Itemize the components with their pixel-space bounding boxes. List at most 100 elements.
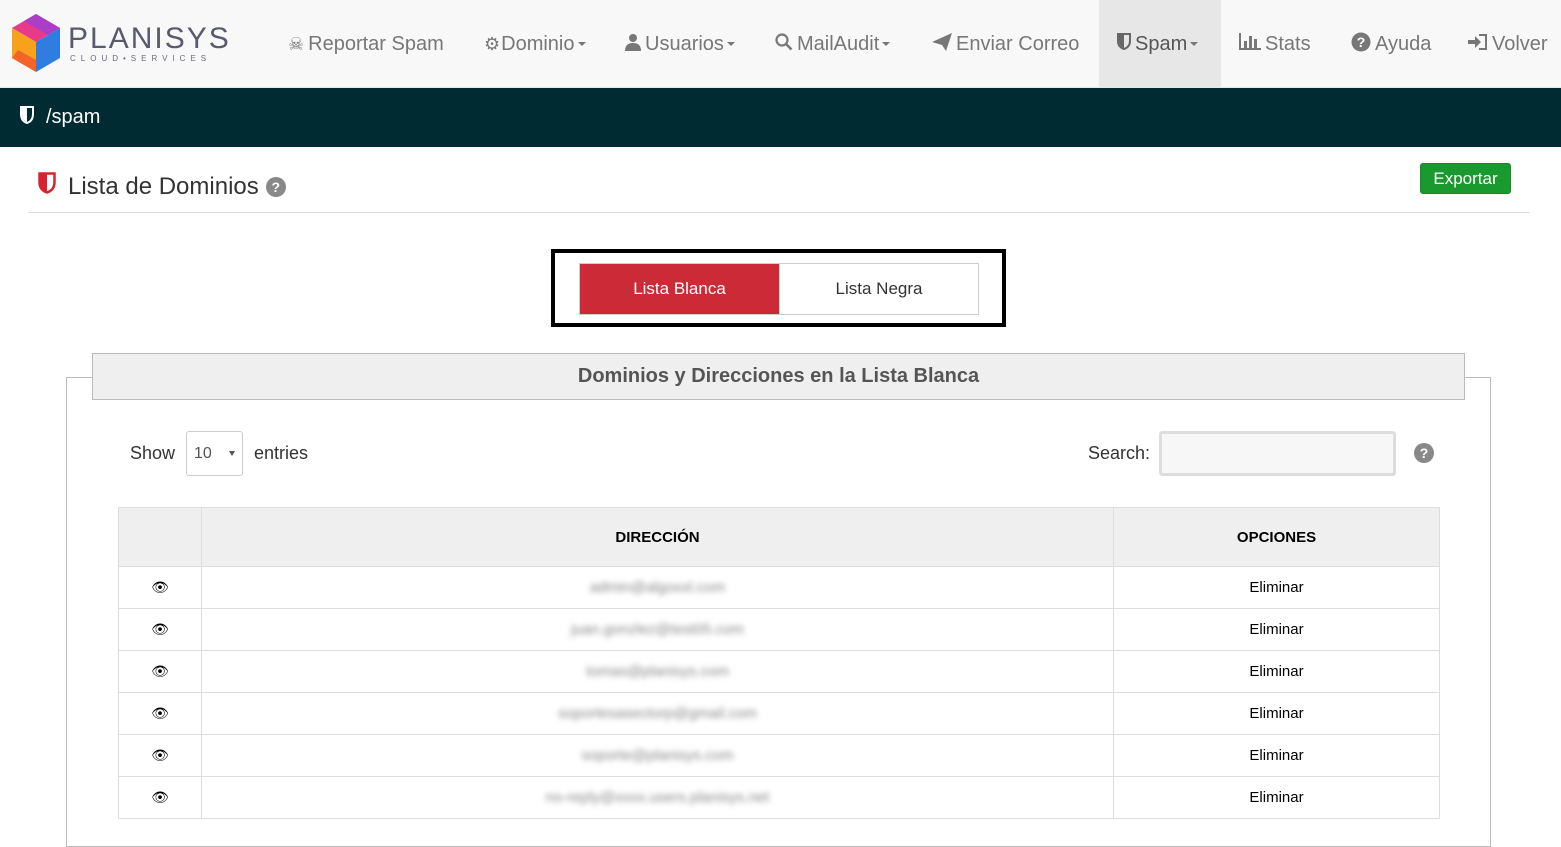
- dropdown-arrow-icon: [229, 451, 236, 456]
- address-text: tomas@planisys.com: [586, 663, 729, 680]
- page-size-value: 10: [194, 444, 212, 462]
- page-size-select[interactable]: 10: [186, 431, 244, 476]
- view-cell[interactable]: 👁: [118, 692, 202, 735]
- action-cell: Eliminar: [1113, 566, 1440, 609]
- eye-icon[interactable]: 👁: [151, 579, 169, 595]
- table-row: 👁 soporte@planisys.com Eliminar: [118, 734, 1440, 777]
- address-text: admin@algoxxl.com: [589, 579, 726, 596]
- delete-link[interactable]: Eliminar: [1249, 789, 1303, 806]
- table-header-direccion[interactable]: DIRECCIÓN: [201, 507, 1114, 567]
- action-cell: Eliminar: [1113, 776, 1440, 819]
- nav-dominio[interactable]: ⚙ Dominio: [484, 0, 586, 88]
- gear-icon: ⚙: [484, 33, 501, 54]
- nav-label: Dominio: [501, 32, 575, 55]
- eye-icon[interactable]: 👁: [151, 789, 169, 805]
- search-label: Search:: [1088, 443, 1151, 463]
- delete-link[interactable]: Eliminar: [1249, 747, 1303, 764]
- nav-mailaudit[interactable]: MailAudit: [775, 0, 891, 88]
- action-cell: Eliminar: [1113, 734, 1440, 777]
- action-cell: Eliminar: [1113, 608, 1440, 651]
- nav-label: Volver: [1492, 32, 1548, 55]
- skull-icon: ☠: [288, 33, 305, 54]
- address-cell: no-reply@xxxx.users.planisys.net: [201, 776, 1114, 819]
- svg-text:?: ?: [1357, 34, 1366, 50]
- nav-ayuda[interactable]: ? Ayuda: [1351, 0, 1431, 88]
- delete-link[interactable]: Eliminar: [1249, 579, 1303, 596]
- eye-icon[interactable]: 👁: [151, 621, 169, 637]
- header-divider: [28, 212, 1530, 213]
- brand-logo[interactable]: PLANISYS CLOUD•SERVICES: [8, 12, 231, 76]
- nav-volver[interactable]: Volver: [1468, 0, 1548, 88]
- brand-tagline: CLOUD•SERVICES: [70, 54, 212, 63]
- eye-icon[interactable]: 👁: [151, 663, 169, 679]
- search-help-icon[interactable]: ?: [1414, 443, 1434, 463]
- panel-title: Dominios y Direcciones en la Lista Blanc…: [92, 353, 1465, 400]
- view-cell[interactable]: 👁: [118, 608, 202, 651]
- view-cell[interactable]: 👁: [118, 566, 202, 609]
- breadcrumb[interactable]: /spam: [46, 106, 100, 129]
- address-text: soportesasectorp@gmail.com: [558, 705, 757, 722]
- address-text: no-reply@xxxx.users.planisys.net: [545, 789, 770, 806]
- address-cell: admin@algoxxl.com: [201, 566, 1114, 609]
- caret-down-icon: [726, 42, 735, 46]
- sign-in-icon: [1468, 33, 1488, 55]
- shield-icon: [38, 172, 56, 201]
- table-header-view: [118, 507, 202, 567]
- nav-enviar-correo[interactable]: Enviar Correo: [932, 0, 1079, 88]
- nav-label: Stats: [1265, 32, 1311, 55]
- send-icon: [932, 32, 952, 56]
- table-row: 👁 admin@algoxxl.com Eliminar: [118, 566, 1440, 609]
- caret-down-icon: [577, 42, 586, 46]
- view-cell[interactable]: 👁: [118, 734, 202, 777]
- shield-icon: [1117, 33, 1131, 55]
- caret-down-icon: [1190, 42, 1199, 46]
- breadcrumb-bar: /spam: [0, 88, 1561, 147]
- view-cell[interactable]: 👁: [118, 776, 202, 819]
- page-size-control: Show 10 entries: [130, 431, 308, 476]
- nav-stats[interactable]: Stats: [1239, 0, 1311, 88]
- hexagon-logo-icon: [12, 14, 60, 72]
- search-input[interactable]: [1159, 431, 1397, 476]
- bar-chart-icon: [1239, 33, 1261, 55]
- black-list-button[interactable]: Lista Negra: [779, 264, 978, 314]
- address-cell: juan.gonzlez@test05.com: [201, 608, 1114, 651]
- white-list-button[interactable]: Lista Blanca: [580, 264, 779, 314]
- delete-link[interactable]: Eliminar: [1249, 663, 1303, 680]
- help-icon[interactable]: ?: [265, 176, 286, 197]
- delete-link[interactable]: Eliminar: [1249, 621, 1303, 638]
- entries-label: entries: [254, 443, 309, 463]
- nav-label: Enviar Correo: [956, 32, 1080, 55]
- table-row: 👁 no-reply@xxxx.users.planisys.net Elimi…: [118, 776, 1440, 819]
- address-text: soporte@planisys.com: [581, 747, 734, 764]
- nav-spam[interactable]: Spam: [1099, 0, 1221, 88]
- address-text: juan.gonzlez@test05.com: [571, 621, 744, 638]
- show-label: Show: [130, 443, 176, 463]
- address-cell: soportesasectorp@gmail.com: [201, 692, 1114, 735]
- address-cell: tomas@planisys.com: [201, 650, 1114, 693]
- nav-usuarios[interactable]: Usuarios: [625, 0, 735, 88]
- table-header-opciones[interactable]: OPCIONES: [1113, 507, 1440, 567]
- delete-link[interactable]: Eliminar: [1249, 705, 1303, 722]
- address-cell: soporte@planisys.com: [201, 734, 1114, 777]
- table-header-row: DIRECCIÓN OPCIONES: [118, 507, 1440, 567]
- nav-label: Usuarios: [645, 32, 724, 55]
- nav-label: Reportar Spam: [308, 32, 444, 55]
- action-cell: Eliminar: [1113, 650, 1440, 693]
- table-row: 👁 soportesasectorp@gmail.com Eliminar: [118, 692, 1440, 735]
- search-control: Search:: [1088, 431, 1397, 476]
- nav-reportar-spam[interactable]: ☠ Reportar Spam: [288, 0, 444, 88]
- page-title-text: Lista de Dominios: [68, 172, 259, 200]
- table-row: 👁 juan.gonzlez@test05.com Eliminar: [118, 608, 1440, 651]
- view-cell[interactable]: 👁: [118, 650, 202, 693]
- list-toggle: Lista Blanca Lista Negra: [579, 263, 979, 315]
- search-icon: [775, 32, 793, 56]
- top-navbar: PLANISYS CLOUD•SERVICES ☠ Reportar Spam …: [0, 0, 1561, 88]
- question-icon: ?: [1351, 32, 1371, 57]
- page-title: Lista de Dominios ?: [38, 172, 286, 201]
- export-button[interactable]: Exportar: [1420, 163, 1511, 194]
- nav-label: Spam: [1135, 32, 1188, 55]
- shield-icon: [20, 105, 34, 130]
- table-row: 👁 tomas@planisys.com Eliminar: [118, 650, 1440, 693]
- eye-icon[interactable]: 👁: [151, 705, 169, 721]
- eye-icon[interactable]: 👁: [151, 747, 169, 763]
